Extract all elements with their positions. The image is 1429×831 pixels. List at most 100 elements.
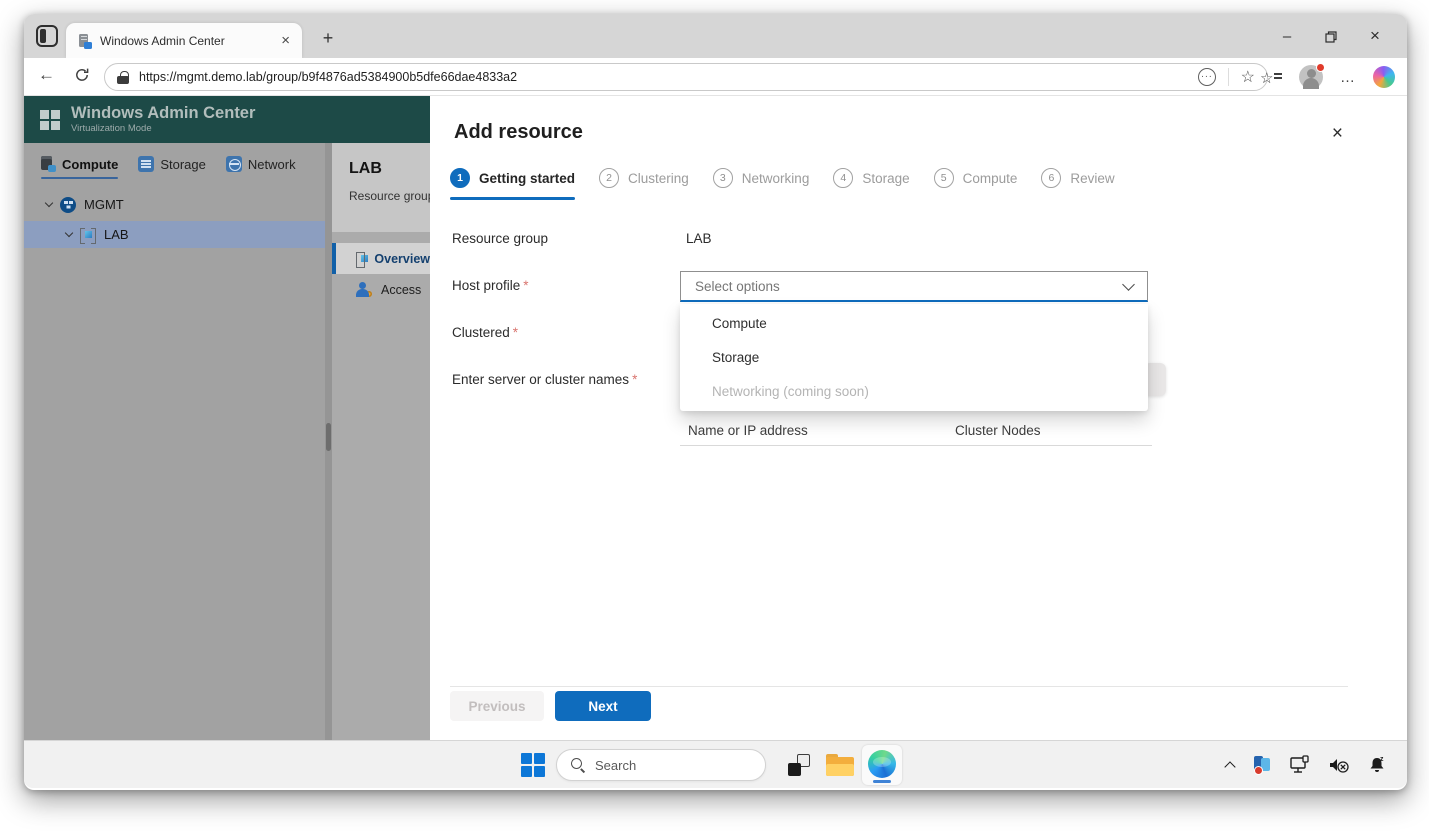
window-controls: – ×: [1265, 14, 1397, 58]
panel-close-icon[interactable]: ×: [1332, 124, 1343, 143]
group-title: LAB: [349, 160, 382, 177]
option-storage[interactable]: Storage: [680, 340, 1148, 374]
refresh-icon[interactable]: [74, 67, 90, 88]
next-button[interactable]: Next: [555, 691, 651, 721]
connections-tree: MGMT LAB: [24, 191, 325, 248]
svg-text:z: z: [1380, 756, 1384, 763]
compute-icon: [41, 156, 56, 172]
minimize-button[interactable]: –: [1265, 28, 1309, 45]
sidebar-scrollbar[interactable]: [325, 143, 332, 740]
focus-assist-bell-tray-icon[interactable]: z: [1367, 755, 1387, 775]
option-networking-disabled: Networking (coming soon): [712, 383, 869, 399]
tab-compute[interactable]: Compute: [41, 156, 119, 179]
server-names-label: Enter server or cluster names *: [452, 372, 638, 387]
storage-icon: [138, 156, 155, 172]
add-resource-panel: Add resource × 1 Getting started 2 Clust…: [430, 96, 1407, 740]
edge-icon: [868, 750, 896, 778]
taskbar-search[interactable]: Search: [556, 749, 766, 781]
dropdown-placeholder: Select options: [695, 278, 780, 294]
footer-divider: [450, 686, 1348, 687]
active-app-indicator: [873, 780, 891, 783]
chevron-down-icon[interactable]: [1122, 277, 1135, 291]
copilot-icon[interactable]: [1373, 66, 1395, 88]
host-profile-dropdown[interactable]: Select options: [680, 271, 1148, 302]
restore-button[interactable]: [1309, 28, 1353, 45]
tree-item-mgmt[interactable]: MGMT: [24, 191, 325, 218]
required-asterisk: *: [512, 325, 519, 340]
favorite-star-icon[interactable]: ☆: [1241, 67, 1255, 87]
host-profile-label: Host profile *: [452, 278, 529, 293]
column-name-or-ip: Name or IP address: [688, 423, 808, 438]
step-networking[interactable]: 3 Networking: [712, 168, 809, 200]
overview-icon: [356, 251, 368, 268]
access-icon: [356, 282, 372, 297]
host-group-icon: [80, 227, 96, 244]
step-compute[interactable]: 5 Compute: [933, 168, 1017, 200]
required-asterisk: *: [523, 278, 529, 293]
cluster-icon: [60, 196, 76, 213]
tab-storage[interactable]: Storage: [138, 156, 206, 179]
browser-titlebar: Windows Admin Center × + – ×: [24, 14, 1407, 58]
step-storage[interactable]: 4 Storage: [833, 168, 910, 200]
previous-button[interactable]: Previous: [450, 691, 544, 721]
wac-header: Windows Admin Center Virtualization Mode: [24, 96, 430, 143]
chevron-down-icon[interactable]: [44, 198, 54, 208]
wac-title: Windows Admin Center: [71, 104, 256, 122]
sync-error-tray-icon[interactable]: [1251, 755, 1272, 775]
system-tray: z: [1224, 741, 1387, 789]
step-review[interactable]: 6 Review: [1041, 168, 1115, 200]
new-tab-button[interactable]: +: [316, 28, 340, 49]
favorites-list-icon[interactable]: ☆: [1260, 67, 1282, 87]
scrollbar-thumb[interactable]: [326, 423, 331, 451]
browser-tab[interactable]: Windows Admin Center ×: [66, 23, 302, 58]
tab-title: Windows Admin Center: [100, 33, 225, 48]
edge-browser-button-active[interactable]: [862, 745, 902, 785]
group-tools-panel: LAB Resource group Overview Access: [332, 143, 430, 740]
search-icon: [571, 758, 585, 772]
hidden-icons-chevron[interactable]: [1224, 761, 1236, 773]
browser-toolbar: ← https://mgmt.demo.lab/group/b9f4876ad5…: [24, 58, 1407, 96]
column-cluster-nodes: Cluster Nodes: [955, 423, 1041, 438]
dropdown-options-panel: Compute Storage Networking (coming soon): [680, 304, 1148, 411]
close-button[interactable]: ×: [1353, 26, 1397, 46]
address-bar[interactable]: https://mgmt.demo.lab/group/b9f4876ad538…: [104, 63, 1268, 91]
settings-menu-icon[interactable]: …: [1340, 69, 1356, 86]
wac-app-dimmed: Windows Admin Center Virtualization Mode…: [24, 96, 430, 740]
search-placeholder: Search: [595, 757, 637, 773]
lock-icon: [117, 70, 129, 84]
site-favicon-icon: [76, 33, 92, 49]
notification-dot: [1316, 63, 1325, 72]
chevron-down-icon[interactable]: [64, 228, 74, 238]
windows-logo-icon: [40, 109, 60, 130]
tree-item-lab-selected[interactable]: LAB: [24, 221, 325, 248]
group-subtitle: Resource group: [349, 189, 430, 203]
profile-avatar[interactable]: [1299, 63, 1325, 89]
network-icon: [225, 156, 242, 172]
tab-close-icon[interactable]: ×: [279, 32, 292, 49]
step-clustering[interactable]: 2 Clustering: [599, 168, 689, 200]
workspaces-icon[interactable]: [36, 25, 58, 47]
step-getting-started[interactable]: 1 Getting started: [450, 168, 576, 200]
task-view-button[interactable]: [788, 754, 810, 776]
clustered-label: Clustered *: [452, 325, 519, 340]
tool-item-access[interactable]: Access: [332, 274, 430, 305]
windows-taskbar: Search z: [24, 740, 1407, 788]
table-divider: [680, 445, 1152, 446]
wizard-steps: 1 Getting started 2 Clustering 3 Network…: [450, 168, 1139, 200]
file-explorer-button[interactable]: [826, 754, 854, 776]
start-button[interactable]: [520, 752, 546, 778]
volume-muted-tray-icon[interactable]: [1328, 755, 1350, 775]
site-permissions-icon[interactable]: ···: [1197, 68, 1216, 86]
connections-sidebar: Compute Storage Network MGMT LAB: [24, 143, 325, 740]
tool-item-overview[interactable]: Overview: [332, 243, 430, 274]
tab-network[interactable]: Network: [225, 156, 296, 179]
option-compute[interactable]: Compute: [680, 306, 1148, 340]
resource-group-value: LAB: [686, 231, 712, 246]
resource-group-label: Resource group: [452, 231, 549, 246]
wac-subtitle: Virtualization Mode: [71, 123, 152, 134]
network-tray-icon[interactable]: [1289, 755, 1311, 775]
toolbar-right: ☆ …: [1260, 58, 1395, 96]
panel-title: Add resource: [454, 121, 583, 143]
back-icon[interactable]: ←: [38, 65, 55, 85]
url-text: https://mgmt.demo.lab/group/b9f4876ad538…: [139, 70, 518, 84]
